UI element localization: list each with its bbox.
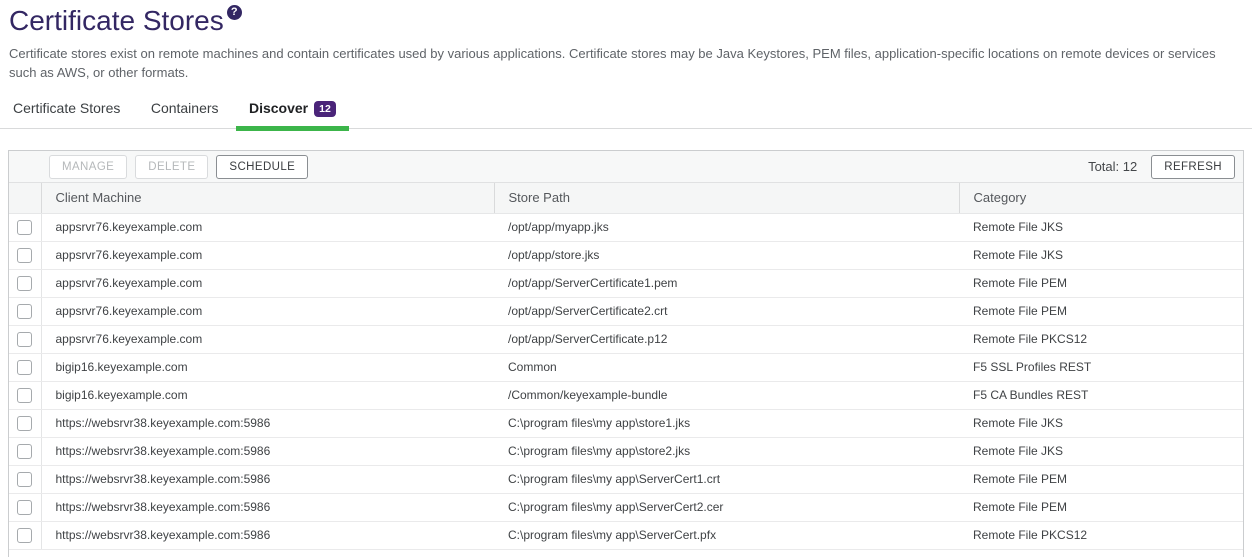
row-select-cell (9, 409, 41, 437)
row-select-cell (9, 381, 41, 409)
cell-client-machine: appsrvr76.keyexample.com (41, 241, 494, 269)
row-select-cell (9, 521, 41, 549)
cell-category: Remote File PEM (959, 493, 1243, 521)
row-checkbox[interactable] (17, 248, 32, 263)
header-select-cell (9, 183, 41, 213)
cell-category: Remote File JKS (959, 437, 1243, 465)
cell-category: Remote File JKS (959, 213, 1243, 241)
table-row: bigip16.keyexample.com Common F5 SSL Pro… (9, 353, 1243, 381)
cell-category: Remote File JKS (959, 241, 1243, 269)
schedule-button[interactable]: SCHEDULE (216, 155, 308, 179)
table-row: https://websrvr38.keyexample.com:5986 C:… (9, 437, 1243, 465)
tab-bar: Certificate Stores Containers Discover 12 (0, 96, 1252, 129)
row-checkbox[interactable] (17, 304, 32, 319)
cell-category: Remote File PKCS12 (959, 521, 1243, 549)
grid-toolbar: MANAGE DELETE SCHEDULE Total: 12 REFRESH (9, 151, 1243, 183)
cell-client-machine: bigip16.keyexample.com (41, 381, 494, 409)
cell-client-machine: https://websrvr38.keyexample.com:5986 (41, 493, 494, 521)
cell-client-machine: https://websrvr38.keyexample.com:5986 (41, 437, 494, 465)
discover-grid-panel: MANAGE DELETE SCHEDULE Total: 12 REFRESH… (8, 150, 1244, 557)
cell-client-machine: https://websrvr38.keyexample.com:5986 (41, 521, 494, 549)
row-checkbox[interactable] (17, 416, 32, 431)
table-row: bigip16.keyexample.com /Common/keyexampl… (9, 381, 1243, 409)
cell-store-path: C:\program files\my app\store1.jks (494, 409, 959, 437)
row-checkbox[interactable] (17, 388, 32, 403)
table-row: appsrvr76.keyexample.com /opt/app/Server… (9, 269, 1243, 297)
row-select-cell (9, 493, 41, 521)
discover-count-badge: 12 (314, 101, 336, 117)
cell-category: Remote File PEM (959, 465, 1243, 493)
cell-client-machine: appsrvr76.keyexample.com (41, 297, 494, 325)
table-row: https://websrvr38.keyexample.com:5986 C:… (9, 493, 1243, 521)
cell-client-machine: bigip16.keyexample.com (41, 353, 494, 381)
cell-store-path: /opt/app/myapp.jks (494, 213, 959, 241)
row-checkbox[interactable] (17, 332, 32, 347)
cell-store-path: C:\program files\my app\ServerCert2.cer (494, 493, 959, 521)
cell-category: Remote File PKCS12 (959, 325, 1243, 353)
help-icon[interactable]: ? (227, 5, 242, 20)
cell-category: Remote File PEM (959, 269, 1243, 297)
refresh-button[interactable]: REFRESH (1151, 155, 1235, 179)
table-row: https://websrvr38.keyexample.com:5986 C:… (9, 465, 1243, 493)
cell-client-machine: appsrvr76.keyexample.com (41, 325, 494, 353)
page-title: Certificate Stores (9, 4, 224, 37)
row-checkbox[interactable] (17, 220, 32, 235)
column-header-category[interactable]: Category (959, 183, 1243, 213)
row-select-cell (9, 297, 41, 325)
cell-client-machine: https://websrvr38.keyexample.com:5986 (41, 465, 494, 493)
manage-button[interactable]: MANAGE (49, 155, 127, 179)
cell-store-path: C:\program files\my app\ServerCert.pfx (494, 521, 959, 549)
total-count: Total: 12 (1088, 159, 1137, 174)
cell-store-path: /opt/app/ServerCertificate2.crt (494, 297, 959, 325)
row-checkbox[interactable] (17, 360, 32, 375)
row-checkbox[interactable] (17, 276, 32, 291)
row-select-cell (9, 325, 41, 353)
row-select-cell (9, 269, 41, 297)
table-row: appsrvr76.keyexample.com /opt/app/myapp.… (9, 213, 1243, 241)
row-select-cell (9, 465, 41, 493)
cell-client-machine: appsrvr76.keyexample.com (41, 269, 494, 297)
tab-discover[interactable]: Discover 12 (236, 96, 349, 128)
row-checkbox[interactable] (17, 444, 32, 459)
row-select-cell (9, 213, 41, 241)
cell-client-machine: appsrvr76.keyexample.com (41, 213, 494, 241)
table-row: https://websrvr38.keyexample.com:5986 C:… (9, 409, 1243, 437)
cell-store-path: /opt/app/ServerCertificate.p12 (494, 325, 959, 353)
delete-button[interactable]: DELETE (135, 155, 208, 179)
cell-store-path: /opt/app/ServerCertificate1.pem (494, 269, 959, 297)
cell-store-path: /Common/keyexample-bundle (494, 381, 959, 409)
cell-category: Remote File JKS (959, 409, 1243, 437)
cell-category: F5 CA Bundles REST (959, 381, 1243, 409)
column-header-store-path[interactable]: Store Path (494, 183, 959, 213)
cell-store-path: C:\program files\my app\store2.jks (494, 437, 959, 465)
tab-certificate-stores[interactable]: Certificate Stores (0, 96, 133, 126)
cell-store-path: Common (494, 353, 959, 381)
row-checkbox[interactable] (17, 528, 32, 543)
column-header-client-machine[interactable]: Client Machine (41, 183, 494, 213)
cell-category: Remote File PEM (959, 297, 1243, 325)
tab-discover-label: Discover (249, 100, 308, 116)
discover-table: Client Machine Store Path Category appsr… (9, 183, 1243, 550)
table-body: appsrvr76.keyexample.com /opt/app/myapp.… (9, 213, 1243, 549)
tab-containers[interactable]: Containers (138, 96, 232, 126)
table-row: appsrvr76.keyexample.com /opt/app/Server… (9, 297, 1243, 325)
table-row: appsrvr76.keyexample.com /opt/app/Server… (9, 325, 1243, 353)
row-select-cell (9, 353, 41, 381)
table-row: https://websrvr38.keyexample.com:5986 C:… (9, 521, 1243, 549)
table-row: appsrvr76.keyexample.com /opt/app/store.… (9, 241, 1243, 269)
row-checkbox[interactable] (17, 472, 32, 487)
row-checkbox[interactable] (17, 500, 32, 515)
cell-category: F5 SSL Profiles REST (959, 353, 1243, 381)
table-header-row: Client Machine Store Path Category (9, 183, 1243, 213)
page-header: Certificate Stores ? Certificate stores … (0, 0, 1252, 82)
row-select-cell (9, 437, 41, 465)
cell-store-path: /opt/app/store.jks (494, 241, 959, 269)
page-description: Certificate stores exist on remote machi… (9, 44, 1242, 82)
cell-client-machine: https://websrvr38.keyexample.com:5986 (41, 409, 494, 437)
row-select-cell (9, 241, 41, 269)
cell-store-path: C:\program files\my app\ServerCert1.crt (494, 465, 959, 493)
